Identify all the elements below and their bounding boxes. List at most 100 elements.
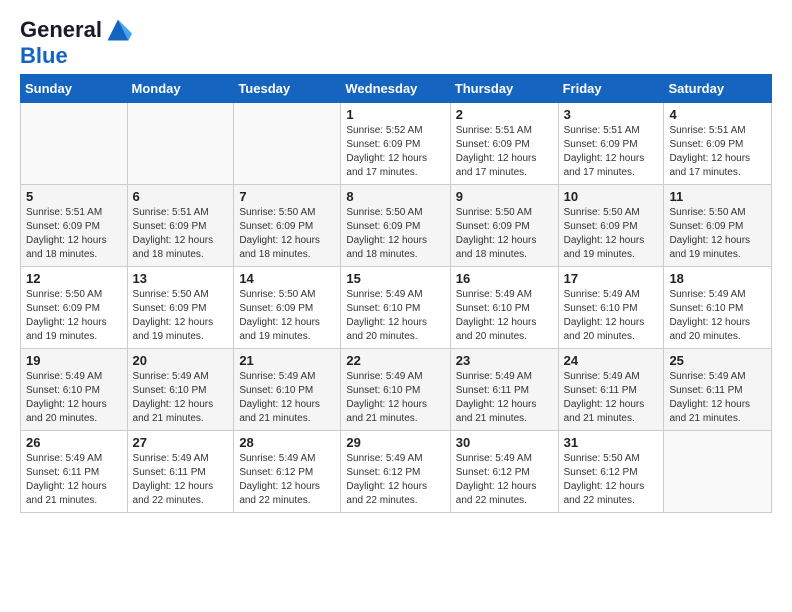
day-number: 17 [564, 271, 659, 286]
day-number: 11 [669, 189, 766, 204]
cell-0-3: 1 Sunrise: 5:52 AM Sunset: 6:09 PM Daylig… [341, 103, 450, 185]
day-number: 28 [239, 435, 335, 450]
header-day-sunday: Sunday [21, 75, 128, 103]
cell-3-0: 19 Sunrise: 5:49 AM Sunset: 6:10 PM Dayli… [21, 349, 128, 431]
cell-3-5: 24 Sunrise: 5:49 AM Sunset: 6:11 PM Dayli… [558, 349, 664, 431]
cell-info: Sunrise: 5:49 AM Sunset: 6:10 PM Dayligh… [346, 288, 444, 344]
cell-2-2: 14 Sunrise: 5:50 AM Sunset: 6:09 PM Dayli… [234, 267, 341, 349]
cell-4-4: 30Sunrise: 5:49 AM Sunset: 6:12 PM Dayli… [450, 431, 558, 513]
cell-info: Sunrise: 5:50 AM Sunset: 6:09 PM Dayligh… [133, 288, 229, 344]
day-number: 14 [239, 271, 335, 286]
cell-info: Sunrise: 5:49 AM Sunset: 6:10 PM Dayligh… [669, 288, 766, 344]
cell-1-0: 5 Sunrise: 5:51 AM Sunset: 6:09 PM Daylig… [21, 185, 128, 267]
cell-2-6: 18 Sunrise: 5:49 AM Sunset: 6:10 PM Dayli… [664, 267, 772, 349]
day-number: 25 [669, 353, 766, 368]
day-number: 24 [564, 353, 659, 368]
cell-0-5: 3 Sunrise: 5:51 AM Sunset: 6:09 PM Daylig… [558, 103, 664, 185]
cell-info: Sunrise: 5:51 AM Sunset: 6:09 PM Dayligh… [564, 124, 659, 180]
cell-1-2: 7Sunrise: 5:50 AM Sunset: 6:09 PM Daylig… [234, 185, 341, 267]
logo-general-text: General [20, 18, 102, 42]
cell-3-3: 22 Sunrise: 5:49 AM Sunset: 6:10 PM Dayli… [341, 349, 450, 431]
day-number: 8 [346, 189, 444, 204]
cell-info: Sunrise: 5:50 AM Sunset: 6:09 PM Dayligh… [564, 206, 659, 262]
calendar-table: SundayMondayTuesdayWednesdayThursdayFrid… [20, 74, 772, 513]
cell-info: Sunrise: 5:49 AM Sunset: 6:10 PM Dayligh… [346, 370, 444, 426]
cell-4-0: 26Sunrise: 5:49 AM Sunset: 6:11 PM Dayli… [21, 431, 128, 513]
day-number: 13 [133, 271, 229, 286]
cell-info: Sunrise: 5:49 AM Sunset: 6:11 PM Dayligh… [669, 370, 766, 426]
cell-info: Sunrise: 5:49 AM Sunset: 6:10 PM Dayligh… [456, 288, 553, 344]
cell-info: Sunrise: 5:50 AM Sunset: 6:12 PM Dayligh… [564, 452, 659, 508]
week-row-3: 19 Sunrise: 5:49 AM Sunset: 6:10 PM Dayli… [21, 349, 772, 431]
cell-2-5: 17Sunrise: 5:49 AM Sunset: 6:10 PM Dayli… [558, 267, 664, 349]
cell-info: Sunrise: 5:50 AM Sunset: 6:09 PM Dayligh… [26, 288, 122, 344]
cell-info: Sunrise: 5:50 AM Sunset: 6:09 PM Dayligh… [239, 288, 335, 344]
cell-info: Sunrise: 5:52 AM Sunset: 6:09 PM Dayligh… [346, 124, 444, 180]
cell-0-4: 2 Sunrise: 5:51 AM Sunset: 6:09 PM Daylig… [450, 103, 558, 185]
cell-0-6: 4 Sunrise: 5:51 AM Sunset: 6:09 PM Daylig… [664, 103, 772, 185]
calendar-header: SundayMondayTuesdayWednesdayThursdayFrid… [21, 75, 772, 103]
cell-2-0: 12 Sunrise: 5:50 AM Sunset: 6:09 PM Dayli… [21, 267, 128, 349]
header-day-monday: Monday [127, 75, 234, 103]
cell-info: Sunrise: 5:50 AM Sunset: 6:09 PM Dayligh… [456, 206, 553, 262]
cell-info: Sunrise: 5:49 AM Sunset: 6:11 PM Dayligh… [564, 370, 659, 426]
cell-info: Sunrise: 5:49 AM Sunset: 6:10 PM Dayligh… [133, 370, 229, 426]
cell-info: Sunrise: 5:49 AM Sunset: 6:11 PM Dayligh… [456, 370, 553, 426]
day-number: 22 [346, 353, 444, 368]
day-number: 18 [669, 271, 766, 286]
cell-info: Sunrise: 5:51 AM Sunset: 6:09 PM Dayligh… [133, 206, 229, 262]
day-number: 5 [26, 189, 122, 204]
day-number: 6 [133, 189, 229, 204]
day-number: 3 [564, 107, 659, 122]
cell-info: Sunrise: 5:51 AM Sunset: 6:09 PM Dayligh… [456, 124, 553, 180]
header-day-saturday: Saturday [664, 75, 772, 103]
header-day-tuesday: Tuesday [234, 75, 341, 103]
header-day-thursday: Thursday [450, 75, 558, 103]
day-number: 2 [456, 107, 553, 122]
day-number: 21 [239, 353, 335, 368]
cell-1-4: 9Sunrise: 5:50 AM Sunset: 6:09 PM Daylig… [450, 185, 558, 267]
header-day-friday: Friday [558, 75, 664, 103]
cell-info: Sunrise: 5:49 AM Sunset: 6:12 PM Dayligh… [239, 452, 335, 508]
cell-0-2 [234, 103, 341, 185]
week-row-1: 5 Sunrise: 5:51 AM Sunset: 6:09 PM Daylig… [21, 185, 772, 267]
cell-1-1: 6 Sunrise: 5:51 AM Sunset: 6:09 PM Daylig… [127, 185, 234, 267]
day-number: 29 [346, 435, 444, 450]
cell-4-3: 29Sunrise: 5:49 AM Sunset: 6:12 PM Dayli… [341, 431, 450, 513]
day-number: 1 [346, 107, 444, 122]
day-number: 15 [346, 271, 444, 286]
cell-info: Sunrise: 5:49 AM Sunset: 6:12 PM Dayligh… [456, 452, 553, 508]
week-row-4: 26 Sunrise: 5:49 AM Sunset: 6:11 PM Dayli… [21, 431, 772, 513]
cell-3-2: 21 Sunrise: 5:49 AM Sunset: 6:10 PM Dayli… [234, 349, 341, 431]
cell-info: Sunrise: 5:49 AM Sunset: 6:10 PM Dayligh… [239, 370, 335, 426]
cell-0-0 [21, 103, 128, 185]
header: General Blue [20, 16, 772, 68]
logo-blue-text: Blue [20, 43, 68, 68]
day-number: 31 [564, 435, 659, 450]
day-number: 19 [26, 353, 122, 368]
day-number: 27 [133, 435, 229, 450]
cell-info: Sunrise: 5:51 AM Sunset: 6:09 PM Dayligh… [669, 124, 766, 180]
logo: General Blue [20, 16, 132, 68]
cell-4-6 [664, 431, 772, 513]
cell-4-5: 31 Sunrise: 5:50 AM Sunset: 6:12 PM Dayli… [558, 431, 664, 513]
logo-icon [104, 16, 132, 44]
cell-info: Sunrise: 5:49 AM Sunset: 6:10 PM Dayligh… [26, 370, 122, 426]
cell-2-1: 13 Sunrise: 5:50 AM Sunset: 6:09 PM Dayli… [127, 267, 234, 349]
day-number: 12 [26, 271, 122, 286]
cell-info: Sunrise: 5:49 AM Sunset: 6:11 PM Dayligh… [133, 452, 229, 508]
day-number: 23 [456, 353, 553, 368]
cell-1-6: 11Sunrise: 5:50 AM Sunset: 6:09 PM Dayli… [664, 185, 772, 267]
cell-1-3: 8 Sunrise: 5:50 AM Sunset: 6:09 PM Daylig… [341, 185, 450, 267]
cell-0-1 [127, 103, 234, 185]
cell-2-4: 16 Sunrise: 5:49 AM Sunset: 6:10 PM Dayli… [450, 267, 558, 349]
day-number: 16 [456, 271, 553, 286]
cell-info: Sunrise: 5:50 AM Sunset: 6:09 PM Dayligh… [346, 206, 444, 262]
header-day-wednesday: Wednesday [341, 75, 450, 103]
day-number: 26 [26, 435, 122, 450]
header-row: SundayMondayTuesdayWednesdayThursdayFrid… [21, 75, 772, 103]
calendar-body: 1 Sunrise: 5:52 AM Sunset: 6:09 PM Daylig… [21, 103, 772, 513]
cell-info: Sunrise: 5:51 AM Sunset: 6:09 PM Dayligh… [26, 206, 122, 262]
cell-info: Sunrise: 5:50 AM Sunset: 6:09 PM Dayligh… [239, 206, 335, 262]
day-number: 4 [669, 107, 766, 122]
